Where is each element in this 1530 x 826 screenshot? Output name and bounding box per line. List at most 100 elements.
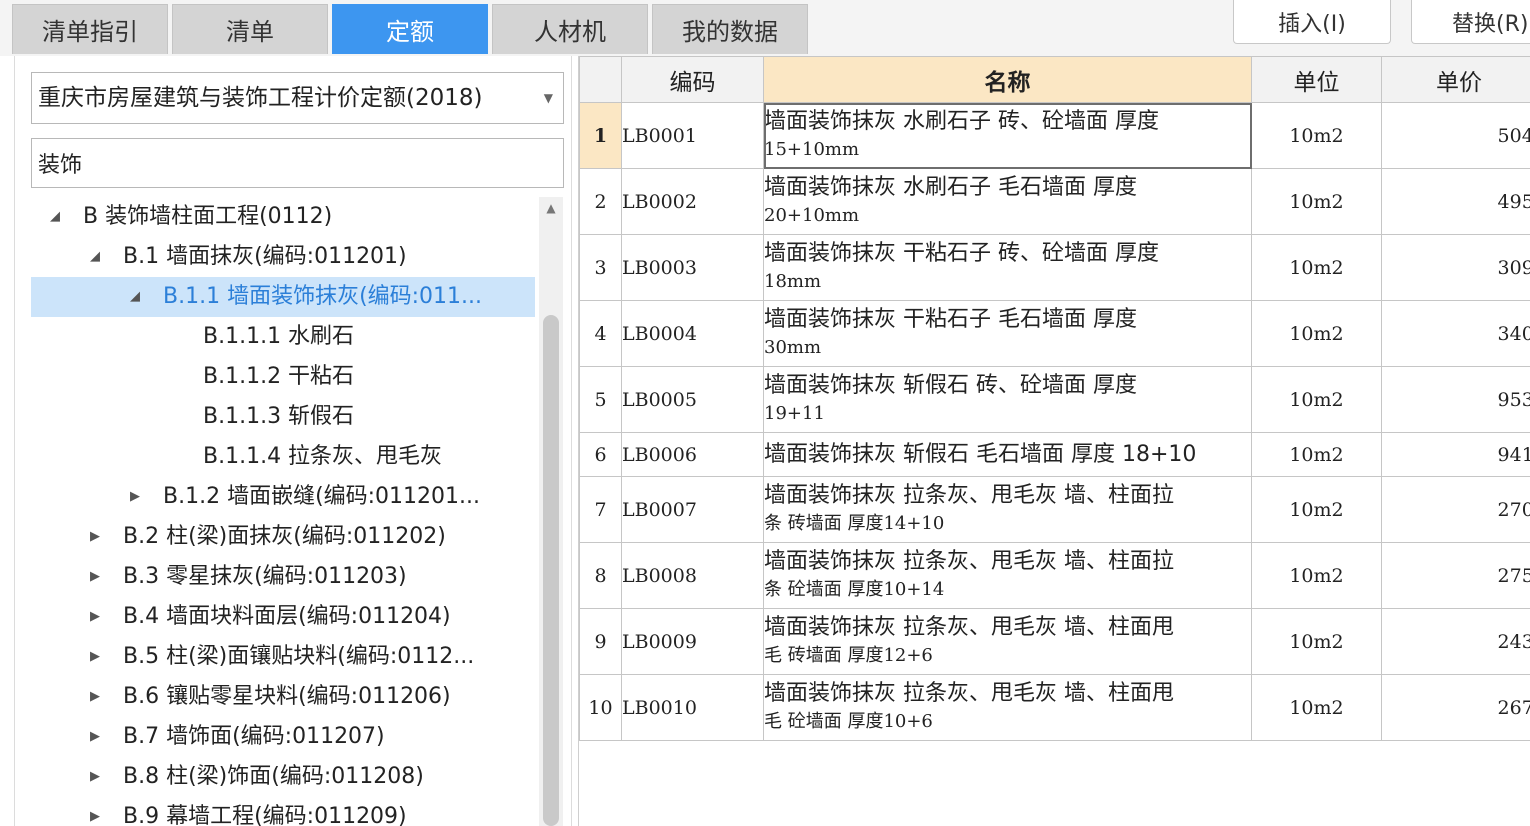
- tree-item[interactable]: B.1.1.4 拉条灰、甩毛灰: [31, 437, 535, 477]
- quota-price-cell[interactable]: 340.74: [1381, 300, 1530, 367]
- tree-item[interactable]: ▶ B.7 墙饰面(编码:011207): [31, 717, 535, 757]
- collapse-arrow-icon[interactable]: ◢: [45, 197, 65, 237]
- row-number[interactable]: 3: [579, 234, 622, 301]
- quota-code-cell[interactable]: LB0008: [621, 542, 764, 609]
- tree-item[interactable]: ◢ B.1.1 墙面装饰抹灰(编码:011...: [31, 277, 535, 317]
- quota-code-cell[interactable]: LB0006: [621, 432, 764, 477]
- quota-price-cell[interactable]: 275.57: [1381, 542, 1530, 609]
- replace-button[interactable]: 替换(R): [1411, 0, 1530, 44]
- quota-price-cell[interactable]: 953.75: [1381, 366, 1530, 433]
- quota-code-cell[interactable]: LB0007: [621, 476, 764, 543]
- scrollbar-thumb[interactable]: [543, 315, 559, 826]
- tree-scrollbar[interactable]: ▲: [539, 197, 563, 826]
- quota-unit-cell[interactable]: 10m2: [1251, 366, 1382, 433]
- row-number[interactable]: 1: [579, 102, 622, 169]
- table-row[interactable]: 4LB0004墙面装饰抹灰 干粘石子 毛石墙面 厚度 30mm 10m2340.74: [579, 300, 1530, 367]
- quota-code-cell[interactable]: LB0003: [621, 234, 764, 301]
- quota-name-cell[interactable]: 墙面装饰抹灰 拉条灰、甩毛灰 墙、柱面拉条 砖墙面 厚度14+10: [763, 476, 1252, 543]
- row-number[interactable]: 6: [579, 432, 622, 477]
- expand-arrow-icon[interactable]: ▶: [85, 797, 105, 826]
- quota-unit-cell[interactable]: 10m2: [1251, 542, 1382, 609]
- tree-item[interactable]: ▶ B.3 零星抹灰(编码:011203): [31, 557, 535, 597]
- table-row[interactable]: 10 LB0010 墙面装饰抹灰 拉条灰、甩毛灰 墙、柱面甩毛 砼墙面 厚度10+6…: [579, 674, 1530, 741]
- quota-unit-cell[interactable]: 10m2: [1251, 432, 1382, 477]
- quota-price-cell[interactable]: 504.99: [1381, 102, 1530, 169]
- expand-arrow-icon[interactable]: ▶: [85, 677, 105, 717]
- quota-unit-cell[interactable]: 10m2: [1251, 168, 1382, 235]
- quota-name-cell[interactable]: 墙面装饰抹灰 拉条灰、甩毛灰 墙、柱面拉条 砼墙面 厚度10+14: [763, 542, 1252, 609]
- tree-item[interactable]: B.1.1.2 干粘石: [31, 357, 535, 397]
- expand-arrow-icon[interactable]: ▶: [85, 597, 105, 637]
- quota-code-cell[interactable]: LB0010: [621, 674, 764, 741]
- quota-code-cell[interactable]: LB0002: [621, 168, 764, 235]
- expand-arrow-icon[interactable]: ▶: [125, 477, 145, 517]
- table-row[interactable]: 9 LB0009 墙面装饰抹灰 拉条灰、甩毛灰 墙、柱面甩毛 砖墙面 厚度12+6 1…: [579, 608, 1530, 675]
- quota-name-cell[interactable]: 墙面装饰抹灰 斩假石 砖、砼墙面 厚度 19+11: [763, 366, 1252, 433]
- quota-name-cell[interactable]: 墙面装饰抹灰 干粘石子 砖、砼墙面 厚度 18mm: [763, 234, 1252, 301]
- row-number[interactable]: 9: [579, 608, 622, 675]
- quota-name-cell[interactable]: 墙面装饰抹灰 拉条灰、甩毛灰 墙、柱面甩毛 砼墙面 厚度10+6: [763, 674, 1252, 741]
- quota-price-cell[interactable]: 941.86: [1381, 432, 1530, 477]
- expand-arrow-icon[interactable]: ▶: [85, 637, 105, 677]
- column-header-code[interactable]: 编码: [621, 56, 764, 103]
- table-row[interactable]: 6LB0006墙面装饰抹灰 斩假石 毛石墙面 厚度 18+10 10m2941.8…: [579, 432, 1530, 477]
- expand-arrow-icon[interactable]: ▶: [85, 557, 105, 597]
- tab-quota[interactable]: 定额: [332, 4, 488, 54]
- tab-bill[interactable]: 清单: [172, 4, 328, 54]
- table-row[interactable]: 8 LB0008 墙面装饰抹灰 拉条灰、甩毛灰 墙、柱面拉条 砼墙面 厚度10+14…: [579, 542, 1530, 609]
- tree-item[interactable]: ▶ B.1.2 墙面嵌缝(编码:011201...: [31, 477, 535, 517]
- quota-code-cell[interactable]: LB0001: [621, 102, 764, 169]
- quota-unit-cell[interactable]: 10m2: [1251, 476, 1382, 543]
- table-row[interactable]: 5LB0005墙面装饰抹灰 斩假石 砖、砼墙面 厚度 19+11 10m2953.7…: [579, 366, 1530, 433]
- quota-price-cell[interactable]: 243.64: [1381, 608, 1530, 675]
- table-row[interactable]: 1 LB0001 墙面装饰抹灰 水刷石子 砖、砼墙面 厚度 15+10mm 10m2 50…: [579, 102, 1530, 169]
- quota-code-cell[interactable]: LB0004: [621, 300, 764, 367]
- row-number[interactable]: 7: [579, 476, 622, 543]
- tree-item[interactable]: ▶ B.4 墙面块料面层(编码:011204): [31, 597, 535, 637]
- tree-item[interactable]: ▶ B.9 幕墙工程(编码:011209): [31, 797, 535, 826]
- expand-arrow-icon[interactable]: ▶: [85, 717, 105, 757]
- tab-labor-material-machine[interactable]: 人材机: [492, 4, 648, 54]
- table-row[interactable]: 7 LB0007 墙面装饰抹灰 拉条灰、甩毛灰 墙、柱面拉条 砖墙面 厚度14+10…: [579, 476, 1530, 543]
- quota-price-cell[interactable]: 495.25: [1381, 168, 1530, 235]
- tree-item[interactable]: ◢ B.1 墙面抹灰(编码:011201): [31, 237, 535, 277]
- collapse-arrow-icon[interactable]: ◢: [125, 277, 145, 317]
- quota-library-select[interactable]: 重庆市房屋建筑与装饰工程计价定额(2018) ▼: [31, 72, 564, 124]
- quota-code-cell[interactable]: LB0009: [621, 608, 764, 675]
- scroll-up-icon[interactable]: ▲: [539, 197, 563, 219]
- row-number[interactable]: 10: [579, 674, 622, 741]
- tab-bill-guide[interactable]: 清单指引: [12, 4, 168, 54]
- tab-my-data[interactable]: 我的数据: [652, 4, 808, 54]
- quota-unit-cell[interactable]: 10m2: [1251, 608, 1382, 675]
- column-header-name[interactable]: 名称: [763, 56, 1252, 103]
- quota-code-cell[interactable]: LB0005: [621, 366, 764, 433]
- tree-item[interactable]: ▶ B.2 柱(梁)面抹灰(编码:011202): [31, 517, 535, 557]
- insert-button[interactable]: 插入(I): [1233, 0, 1391, 44]
- expand-arrow-icon[interactable]: ▶: [85, 517, 105, 557]
- column-header-price[interactable]: 单价: [1381, 56, 1530, 103]
- tree-item[interactable]: ▶ B.5 柱(梁)面镶贴块料(编码:0112...: [31, 637, 535, 677]
- tree-item[interactable]: B.1.1.1 水刷石: [31, 317, 535, 357]
- quota-name-cell[interactable]: 墙面装饰抹灰 斩假石 毛石墙面 厚度 18+10: [763, 432, 1252, 477]
- tree-item[interactable]: ▶ B.6 镶贴零星块料(编码:011206): [31, 677, 535, 717]
- tree-item[interactable]: ▶ B.8 柱(梁)饰面(编码:011208): [31, 757, 535, 797]
- quota-price-cell[interactable]: 270.27: [1381, 476, 1530, 543]
- row-number[interactable]: 2: [579, 168, 622, 235]
- quota-unit-cell[interactable]: 10m2: [1251, 674, 1382, 741]
- quota-price-cell[interactable]: 267.31: [1381, 674, 1530, 741]
- column-header-unit[interactable]: 单位: [1251, 56, 1382, 103]
- collapse-arrow-icon[interactable]: ◢: [85, 237, 105, 277]
- expand-arrow-icon[interactable]: ▶: [85, 757, 105, 797]
- tree-item[interactable]: ◢ B 装饰墙柱面工程(0112): [31, 197, 535, 237]
- row-number[interactable]: 5: [579, 366, 622, 433]
- quota-name-cell[interactable]: 墙面装饰抹灰 水刷石子 砖、砼墙面 厚度 15+10mm: [763, 102, 1252, 169]
- table-row[interactable]: 2LB0002墙面装饰抹灰 水刷石子 毛石墙面 厚度 20+10mm 10m2495…: [579, 168, 1530, 235]
- row-number[interactable]: 4: [579, 300, 622, 367]
- row-number[interactable]: 8: [579, 542, 622, 609]
- table-row[interactable]: 3LB0003墙面装饰抹灰 干粘石子 砖、砼墙面 厚度 18mm 10m2309.7…: [579, 234, 1530, 301]
- quota-unit-cell[interactable]: 10m2: [1251, 234, 1382, 301]
- chapter-search-input[interactable]: [31, 138, 564, 188]
- quota-name-cell[interactable]: 墙面装饰抹灰 拉条灰、甩毛灰 墙、柱面甩毛 砖墙面 厚度12+6: [763, 608, 1252, 675]
- tree-item[interactable]: B.1.1.3 斩假石: [31, 397, 535, 437]
- quota-unit-cell[interactable]: 10m2: [1251, 300, 1382, 367]
